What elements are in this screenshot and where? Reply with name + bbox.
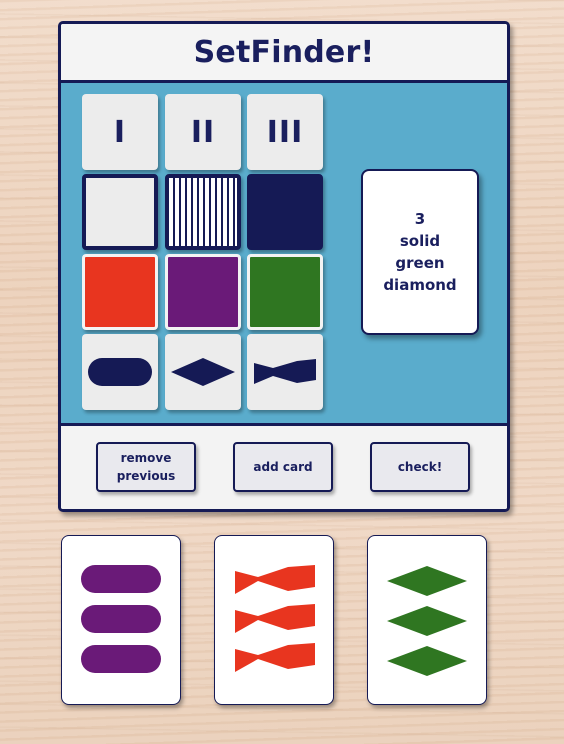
card-2-shapes bbox=[235, 565, 315, 672]
oval-shape bbox=[81, 605, 161, 633]
card-1-shapes bbox=[81, 565, 161, 673]
check-button[interactable]: check! bbox=[370, 442, 470, 492]
remove-label-line1: remove bbox=[120, 451, 172, 465]
color-red-tile[interactable] bbox=[82, 254, 158, 330]
target-shape: diamond bbox=[383, 276, 457, 294]
game-panel: SetFinder! I II III 3 solid green diamon… bbox=[58, 21, 510, 512]
remove-label-line2: previous bbox=[116, 469, 176, 483]
hand-card-2[interactable] bbox=[214, 535, 334, 705]
wave-shape bbox=[235, 565, 315, 594]
hand-card-3[interactable] bbox=[367, 535, 487, 705]
wave-shape-icon bbox=[254, 359, 316, 384]
diamond-shape bbox=[387, 566, 467, 596]
wave-shape bbox=[235, 643, 315, 672]
target-number: 3 bbox=[414, 210, 426, 228]
number-one-label: I bbox=[113, 114, 127, 150]
number-three-label: III bbox=[266, 114, 304, 150]
controls-bar: remove previous add card check! bbox=[61, 426, 507, 509]
oval-shape bbox=[81, 565, 161, 593]
oval-shape-icon bbox=[88, 358, 152, 386]
add-card-label: add card bbox=[253, 460, 313, 474]
wave-shape bbox=[235, 604, 315, 633]
card-3-shapes bbox=[387, 566, 467, 676]
selector-board: I II III 3 solid green diamond bbox=[61, 83, 507, 426]
diamond-shape-icon bbox=[171, 358, 235, 386]
color-purple-tile[interactable] bbox=[165, 254, 241, 330]
target-color: green bbox=[395, 254, 445, 272]
shape-oval-tile[interactable] bbox=[82, 334, 158, 410]
check-label: check! bbox=[397, 460, 443, 474]
diamond-shape bbox=[387, 646, 467, 676]
number-two-label: II bbox=[190, 114, 216, 150]
add-card-button[interactable]: add card bbox=[233, 442, 333, 492]
fill-solid-tile[interactable] bbox=[247, 174, 323, 250]
remove-previous-label: remove previous bbox=[117, 449, 176, 485]
fill-empty-tile[interactable] bbox=[82, 174, 158, 250]
number-one-tile[interactable]: I bbox=[82, 94, 158, 170]
remove-previous-button[interactable]: remove previous bbox=[96, 442, 196, 492]
shape-diamond-tile[interactable] bbox=[165, 334, 241, 410]
number-three-tile[interactable]: III bbox=[247, 94, 323, 170]
diamond-shape bbox=[387, 606, 467, 636]
target-card: 3 solid green diamond bbox=[361, 169, 479, 335]
number-two-tile[interactable]: II bbox=[165, 94, 241, 170]
hand-card-1[interactable] bbox=[61, 535, 181, 705]
color-green-tile[interactable] bbox=[247, 254, 323, 330]
shape-wave-tile[interactable] bbox=[247, 334, 323, 410]
target-fill: solid bbox=[399, 232, 441, 250]
oval-shape bbox=[81, 645, 161, 673]
title-bar: SetFinder! bbox=[61, 24, 507, 83]
game-title: SetFinder! bbox=[193, 34, 375, 70]
fill-striped-tile[interactable] bbox=[165, 174, 241, 250]
